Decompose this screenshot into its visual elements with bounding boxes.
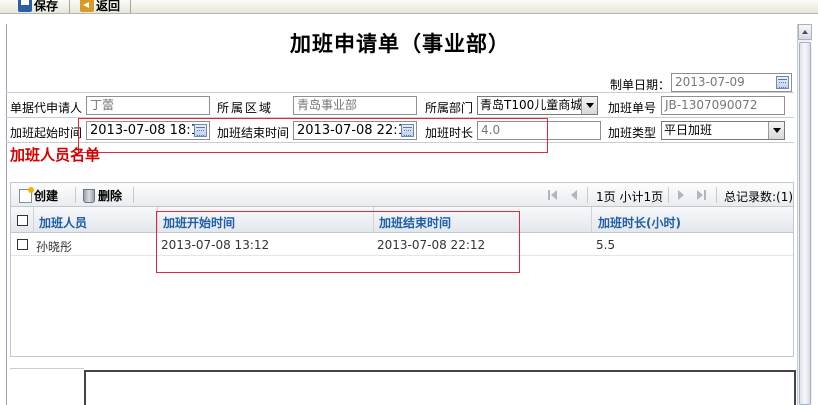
start-time-label: 加班起始时间 — [10, 126, 83, 140]
toolbar-separator — [587, 187, 588, 203]
column-separator — [373, 207, 374, 233]
start-time-field[interactable]: 2013-07-08 18:12 — [86, 121, 210, 140]
applicant-label: 单据代申请人 — [10, 101, 83, 115]
grid-header: 加班人员 加班开始时间 加班结束时间 加班时长(小时) — [11, 207, 793, 233]
chevron-down-icon[interactable] — [768, 122, 784, 139]
scroll-thumb[interactable] — [799, 42, 811, 405]
toolbar-separator — [133, 187, 134, 203]
back-label: 返回 — [96, 0, 121, 13]
cell-end-time: 2013-07-08 22:12 — [377, 238, 486, 252]
grid-toolbar: 创建 删除 1页 小计1页 总记录数:(1) — [10, 182, 794, 207]
staff-grid: 加班人员 加班开始时间 加班结束时间 加班时长(小时) 孙晓彤 2013-07-… — [10, 207, 794, 357]
end-time-value: 2013-07-08 22:12 — [297, 123, 415, 138]
cell-hours: 5.5 — [596, 238, 616, 252]
duration-field[interactable]: 4.0 — [477, 121, 601, 140]
back-button[interactable]: 返回 — [80, 0, 120, 13]
column-separator — [33, 207, 34, 233]
column-separator — [157, 207, 158, 233]
order-no-field[interactable]: JB-1307090072 — [661, 96, 785, 115]
order-no-label: 加班单号 — [608, 101, 657, 115]
trash-icon — [83, 188, 95, 203]
divider — [10, 368, 84, 369]
save-button[interactable]: 保存 — [18, 0, 58, 13]
column-header-end-time[interactable]: 加班结束时间 — [379, 214, 451, 231]
next-page-icon[interactable] — [678, 190, 684, 200]
column-header-person[interactable]: 加班人员 — [39, 214, 87, 231]
department-value: 青岛T100儿童商城 — [480, 98, 583, 112]
cell-start-time: 2013-07-08 13:12 — [161, 238, 270, 252]
select-all-checkbox[interactable] — [17, 215, 28, 226]
region-label: 所属区域 — [217, 101, 274, 115]
divider — [6, 92, 794, 93]
toolbar-separator — [130, 0, 131, 13]
overtime-type-label: 加班类型 — [608, 126, 657, 140]
create-label: 创建 — [34, 189, 59, 203]
duration-label: 加班时长 — [425, 126, 474, 140]
created-date-field[interactable]: 2013-07-09 — [671, 73, 792, 92]
divider — [6, 117, 794, 118]
toolbar-separator — [75, 187, 76, 203]
create-button[interactable]: 创建 — [19, 186, 59, 204]
calendar-icon[interactable] — [401, 124, 414, 137]
total-records: 总记录数:(1) — [724, 190, 794, 204]
column-separator — [591, 207, 592, 233]
end-time-label: 加班结束时间 — [217, 126, 290, 140]
applicant-field[interactable]: 丁蕾 — [86, 96, 210, 115]
overtime-type-select[interactable]: 平日加班 — [661, 121, 785, 140]
first-page-bar — [548, 190, 550, 200]
department-label: 所属部门 — [425, 101, 474, 115]
overtime-type-value: 平日加班 — [664, 123, 713, 137]
toolbar-separator — [716, 187, 717, 203]
calendar-icon[interactable] — [194, 124, 207, 137]
column-header-start-time[interactable]: 加班开始时间 — [163, 214, 235, 231]
remarks-textarea[interactable] — [84, 370, 796, 405]
end-time-field[interactable]: 2013-07-08 22:12 — [293, 121, 417, 140]
department-select[interactable]: 青岛T100儿童商城 — [477, 96, 598, 115]
divider — [6, 142, 794, 143]
region-field[interactable]: 青岛事业部 — [293, 96, 417, 115]
table-row[interactable]: 孙晓彤 2013-07-08 13:12 2013-07-08 22:12 5.… — [11, 234, 793, 256]
start-time-value: 2013-07-08 18:12 — [90, 123, 208, 138]
chevron-down-icon[interactable] — [581, 97, 597, 114]
delete-button[interactable]: 删除 — [83, 187, 122, 204]
page-info: 1页 小计1页 — [596, 190, 664, 204]
last-page-icon[interactable] — [697, 190, 703, 200]
back-icon — [80, 0, 94, 12]
top-toolbar: 保存 返回 — [0, 0, 818, 14]
page-title: 加班申请单（事业部） — [290, 31, 510, 56]
scroll-up-arrow-icon[interactable] — [798, 24, 812, 40]
vertical-scrollbar[interactable] — [797, 24, 812, 405]
toolbar-separator — [668, 187, 669, 203]
last-page-bar — [704, 190, 706, 200]
save-icon — [18, 0, 32, 12]
section-title: 加班人员名单 — [10, 146, 101, 164]
toolbar-separator — [69, 0, 70, 13]
delete-label: 删除 — [98, 189, 123, 203]
created-date-label: 制单日期： — [610, 78, 671, 92]
previous-page-icon[interactable] — [571, 190, 577, 200]
column-header-hours[interactable]: 加班时长(小时) — [598, 214, 681, 231]
first-page-icon[interactable] — [551, 190, 557, 200]
row-checkbox[interactable] — [17, 239, 28, 250]
created-date-value: 2013-07-09 — [675, 75, 745, 89]
cell-person: 孙晓彤 — [36, 240, 73, 254]
calendar-icon[interactable] — [776, 76, 789, 89]
save-label: 保存 — [34, 0, 59, 13]
new-document-icon — [19, 186, 34, 203]
